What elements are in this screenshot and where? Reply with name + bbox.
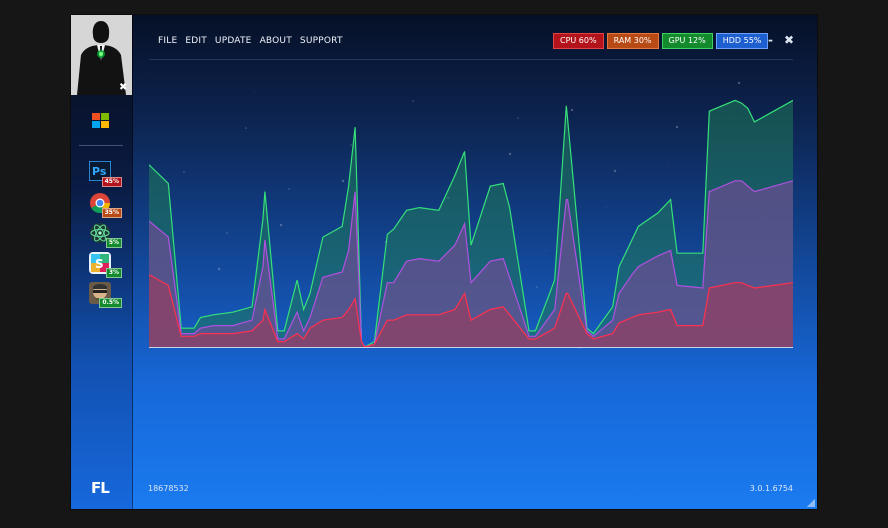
cpu-badge[interactable]: CPU 60% <box>553 33 604 49</box>
app-window: ✖ Ps 45% 35% 5% S 3% 0.5% FL FILE EDIT U… <box>70 14 818 510</box>
menu-support[interactable]: SUPPORT <box>300 36 343 46</box>
resize-grip[interactable] <box>807 499 815 507</box>
menu-edit[interactable]: EDIT <box>185 36 207 46</box>
header-divider <box>149 59 793 60</box>
background-star <box>606 206 608 208</box>
app-usage-badge: 3% <box>105 268 122 278</box>
background-star <box>226 232 228 234</box>
background-star <box>544 250 546 252</box>
fl-logo: FL <box>91 479 110 497</box>
background-star <box>288 188 290 190</box>
background-star <box>279 223 283 227</box>
sidebar-divider <box>79 145 123 146</box>
menu-about[interactable]: ABOUT <box>260 36 292 46</box>
background-star <box>377 277 379 279</box>
app-game[interactable]: 0.5% <box>89 282 122 308</box>
background-star <box>737 81 741 85</box>
resource-stats: CPU 60% RAM 30% GPU 12% HDD 55% <box>553 33 769 49</box>
background-star <box>675 125 679 129</box>
minimize-button[interactable]: - <box>768 33 773 47</box>
windows-logo-icon[interactable] <box>92 113 110 133</box>
background-star <box>570 108 574 112</box>
app-usage-badge: 5% <box>105 238 122 248</box>
avatar-close-icon[interactable]: ✖ <box>119 82 127 93</box>
background-star <box>183 171 185 173</box>
svg-text:S: S <box>95 257 104 271</box>
app-usage-badge: 35% <box>101 208 122 218</box>
background-star <box>217 267 221 271</box>
background-star <box>613 169 617 173</box>
background-star <box>253 91 255 93</box>
app-chrome[interactable]: 35% <box>89 192 122 218</box>
background-star <box>191 135 193 137</box>
background-star <box>517 117 519 119</box>
sidebar: ✖ Ps 45% 35% 5% S 3% 0.5% FL <box>71 15 133 509</box>
app-slack[interactable]: S 3% <box>89 252 122 278</box>
menu-update[interactable]: UPDATE <box>215 36 252 46</box>
background-star <box>668 162 670 164</box>
background-star <box>350 144 352 146</box>
footer-id: 18678532 <box>148 484 189 493</box>
menu-file[interactable]: FILE <box>158 36 177 46</box>
footer-version: 3.0.1.6754 <box>749 484 793 493</box>
close-button[interactable]: ✖ <box>784 33 794 47</box>
background-star <box>341 179 345 183</box>
app-usage-badge: 45% <box>101 177 122 187</box>
usage-chart <box>149 75 793 349</box>
background-star <box>536 286 538 288</box>
app-usage-badge: 0.5% <box>99 298 122 308</box>
background-star <box>412 100 414 102</box>
app-photoshop[interactable]: Ps 45% <box>88 160 122 187</box>
ram-badge[interactable]: RAM 30% <box>606 33 659 49</box>
app-atom[interactable]: 5% <box>89 222 122 248</box>
gpu-badge[interactable]: GPU 12% <box>661 33 713 49</box>
menu-bar: FILE EDIT UPDATE ABOUT SUPPORT <box>158 36 343 46</box>
background-star <box>245 127 247 129</box>
background-star <box>508 152 512 156</box>
hdd-badge[interactable]: HDD 55% <box>715 33 769 49</box>
